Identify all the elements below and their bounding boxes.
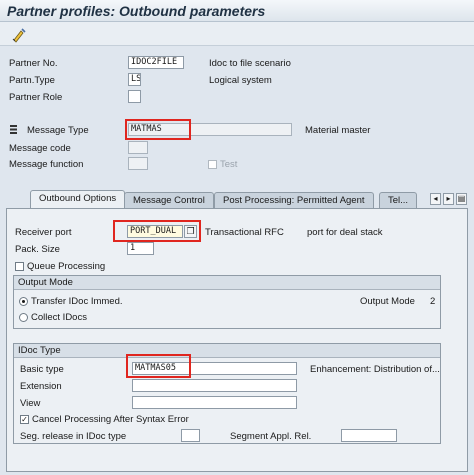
extension-field[interactable] — [132, 379, 297, 392]
required-marker-icon — [10, 125, 17, 134]
segment-appl-rel-label: Segment Appl. Rel. — [230, 431, 312, 442]
partner-role-label: Partner Role — [9, 92, 63, 103]
output-mode-group: Output Mode Transfer IDoc Immed. Collect… — [13, 275, 441, 329]
partner-no-desc: Idoc to file scenario — [209, 58, 291, 69]
view-label: View — [20, 398, 41, 409]
queue-processing-label: Queue Processing — [27, 261, 106, 272]
tab-message-control[interactable]: Message Control — [124, 192, 214, 208]
tab-telephony[interactable]: Tel... — [379, 192, 418, 208]
output-mode-value: 2 — [430, 296, 436, 307]
output-mode-value-label: Output Mode — [360, 296, 415, 307]
test-label: Test — [220, 159, 238, 170]
pack-size-label: Pack. Size — [15, 244, 60, 255]
message-code-label: Message code — [9, 143, 71, 154]
receiver-port-label: Receiver port — [15, 227, 72, 238]
outbound-options-panel: Receiver port PORT_DUAL ❐ Transactional … — [6, 208, 468, 472]
message-function-label: Message function — [9, 159, 84, 170]
idoc-type-title: IDoc Type — [14, 344, 440, 358]
collect-idocs-radio[interactable] — [19, 313, 28, 322]
collect-idocs-label: Collect IDocs — [31, 312, 87, 323]
tab-list-icon[interactable]: ▤ — [456, 193, 467, 205]
message-type-label: Message Type — [27, 125, 89, 136]
seg-release-field[interactable] — [181, 429, 200, 442]
enhancement-text: Enhancement: Distribution of... — [310, 364, 440, 375]
transfer-immed-label: Transfer IDoc Immed. — [31, 296, 123, 307]
partner-no-label: Partner No. — [9, 58, 58, 69]
extension-label: Extension — [20, 381, 62, 392]
partner-no-field[interactable]: IDOC2FILE — [128, 56, 184, 69]
tab-scroll-right-icon[interactable]: ▸ — [443, 193, 454, 205]
transfer-immed-radio[interactable] — [19, 297, 28, 306]
cancel-processing-checkbox[interactable]: ✓ — [20, 415, 29, 424]
display-change-icon[interactable] — [11, 27, 27, 43]
tab-post-processing[interactable]: Post Processing: Permitted Agent — [214, 192, 374, 208]
window-title: Partner profiles: Outbound parameters — [7, 3, 266, 19]
partn-type-field[interactable]: LS — [128, 73, 141, 86]
receiver-port-desc1: Transactional RFC — [205, 227, 284, 238]
message-code-field[interactable] — [128, 141, 148, 154]
message-type-highlight — [125, 119, 191, 140]
title-bar: Partner profiles: Outbound parameters — [0, 0, 474, 22]
test-checkbox[interactable] — [208, 160, 217, 169]
queue-processing-checkbox[interactable] — [15, 262, 24, 271]
receiver-port-desc2: port for deal stack — [307, 227, 383, 238]
basic-type-label: Basic type — [20, 364, 64, 375]
receiver-port-highlight — [113, 220, 201, 242]
partner-role-field[interactable] — [128, 90, 141, 103]
tab-outbound-options[interactable]: Outbound Options — [30, 190, 126, 209]
partn-type-desc: Logical system — [209, 75, 272, 86]
partn-type-label: Partn.Type — [9, 75, 55, 86]
view-field[interactable] — [132, 396, 297, 409]
message-type-desc: Material master — [305, 125, 371, 136]
tab-strip: Outbound Options Message Control Post Pr… — [6, 189, 468, 209]
tab-scroll-left-icon[interactable]: ◂ — [430, 193, 441, 205]
cancel-processing-label: Cancel Processing After Syntax Error — [32, 414, 189, 425]
output-mode-title: Output Mode — [14, 276, 440, 290]
seg-release-label: Seg. release in IDoc type — [20, 431, 127, 442]
toolbar — [0, 22, 474, 46]
idoc-type-group: IDoc Type Basic type MATMAS05 Enhancemen… — [13, 343, 441, 444]
pack-size-field[interactable]: 1 — [127, 242, 154, 255]
basic-type-highlight — [126, 354, 191, 378]
segment-appl-rel-field[interactable] — [341, 429, 397, 442]
message-function-field[interactable] — [128, 157, 148, 170]
